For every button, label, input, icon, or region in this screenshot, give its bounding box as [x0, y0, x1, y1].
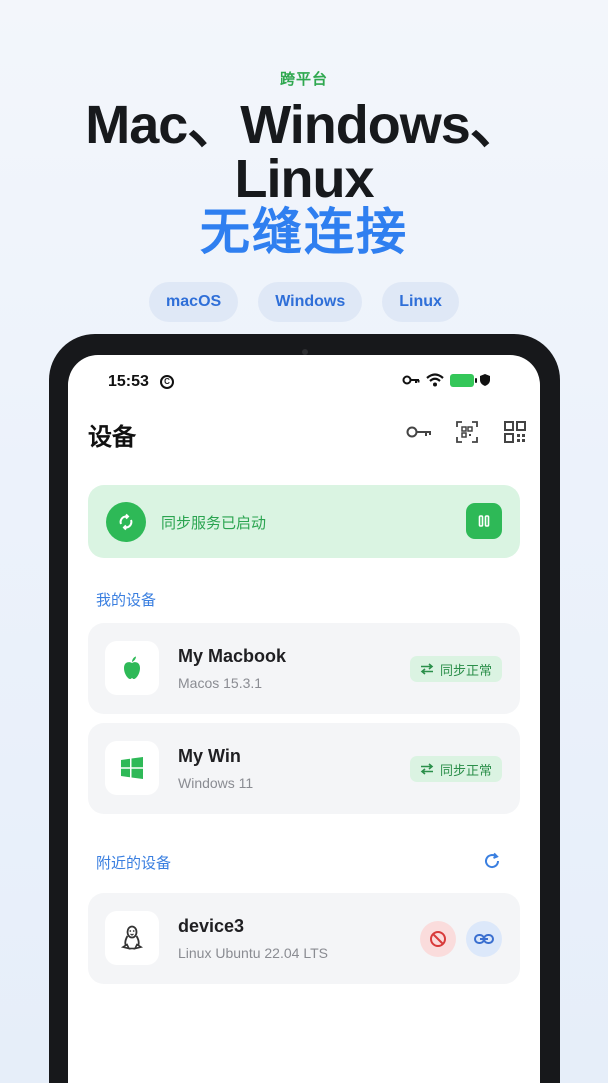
status-icons	[402, 373, 490, 387]
device-os: Windows 11	[178, 775, 254, 791]
device-os: Linux Ubuntu 22.04 LTS	[178, 945, 328, 961]
pause-sync-button[interactable]	[466, 503, 502, 539]
scan-qr-icon	[456, 421, 478, 443]
block-icon	[430, 931, 446, 947]
vpn-key-icon	[402, 375, 420, 385]
eyebrow-label: 跨平台	[279, 71, 328, 88]
linux-icon	[105, 911, 159, 965]
sync-status-banner: 同步服务已启动	[88, 485, 520, 558]
notification-icon: C	[160, 375, 174, 389]
sync-status-label: 同步正常	[439, 762, 492, 778]
page-header: 设备	[88, 417, 528, 451]
sync-icon	[106, 502, 146, 542]
pill-linux: Linux	[382, 282, 459, 322]
refresh-icon[interactable]	[482, 851, 502, 871]
pause-icon	[478, 515, 490, 527]
sync-status-badge: 同步正常	[409, 656, 502, 682]
sync-status-badge: 同步正常	[409, 756, 502, 782]
block-device-button[interactable]	[420, 921, 456, 957]
platform-pills: macOS Windows Linux	[0, 282, 608, 322]
nearby-device-card[interactable]: device3 Linux Ubuntu 22.04 LTS	[88, 893, 520, 984]
qr-code-icon	[504, 421, 526, 443]
pill-macos: macOS	[149, 282, 239, 322]
section-title-nearby-devices: 附近的设备	[96, 855, 172, 872]
device-name: My Win	[178, 746, 241, 766]
device-name: device3	[178, 916, 245, 936]
headline-line-3: 无缝连接	[200, 204, 408, 260]
qr-code-button[interactable]	[502, 419, 528, 445]
key-button[interactable]	[406, 419, 432, 445]
device-card[interactable]: My Win Windows 11 同步正常	[88, 723, 520, 814]
windows-icon	[105, 741, 159, 795]
shield-icon	[480, 374, 490, 386]
sync-status-text: 同步服务已启动	[161, 515, 267, 532]
app-screen: 15:53 C 设备 同步服务已启动 我的设备 My Macbook Macos…	[68, 355, 540, 1083]
swap-arrows-icon	[420, 663, 434, 675]
scan-button[interactable]	[454, 419, 480, 445]
section-title-my-devices: 我的设备	[96, 592, 157, 609]
device-os: Macos 15.3.1	[178, 675, 263, 691]
status-bar: 15:53 C	[108, 373, 528, 393]
apple-icon	[105, 641, 159, 695]
link-icon	[474, 934, 494, 944]
wifi-icon	[426, 373, 444, 387]
device-card[interactable]: My Macbook Macos 15.3.1 同步正常	[88, 623, 520, 714]
sync-status-label: 同步正常	[439, 662, 492, 678]
battery-icon	[450, 373, 477, 387]
device-name: My Macbook	[178, 646, 287, 666]
status-time: 15:53	[108, 373, 149, 390]
header-actions	[406, 419, 528, 445]
swap-arrows-icon	[420, 763, 434, 775]
pill-windows: Windows	[258, 282, 363, 322]
key-icon	[406, 426, 431, 438]
connect-device-button[interactable]	[466, 921, 502, 957]
page-title: 设备	[88, 424, 136, 451]
